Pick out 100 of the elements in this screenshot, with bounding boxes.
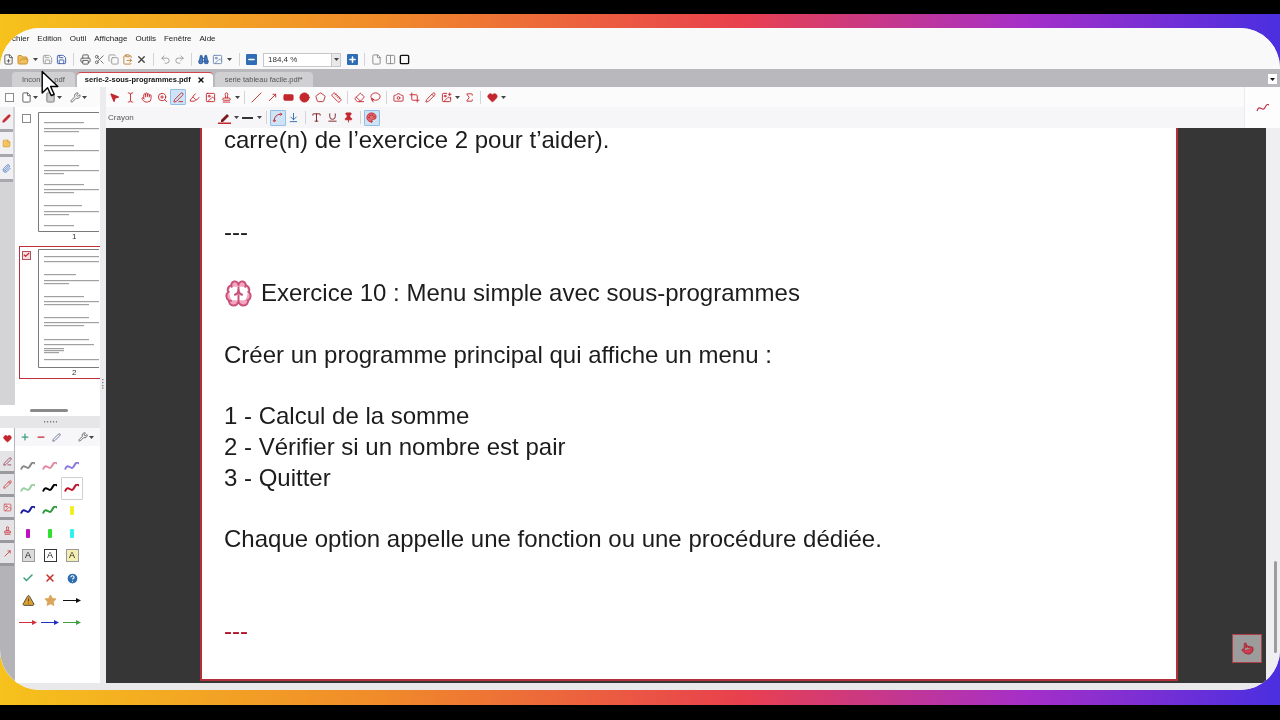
page-number: 1	[71, 231, 78, 242]
check-icon	[23, 251, 30, 259]
pen-icon[interactable]	[52, 432, 61, 442]
paragraph: carre(n) de l’exercice 2 pour t’aider).	[224, 128, 610, 155]
checkbox[interactable]	[22, 250, 31, 260]
exercise-heading: Exercice 10 : Menu simple avec sous-programmes	[261, 278, 800, 309]
pen-icon[interactable]	[2, 113, 11, 123]
hand-icon	[140, 91, 152, 103]
menu-item[interactable]: Aide	[199, 33, 216, 45]
pen-icon[interactable]	[2, 456, 12, 466]
squiggle-icon[interactable]	[1255, 103, 1270, 112]
highlighter-icon	[188, 91, 200, 103]
panel-tab[interactable]	[0, 107, 13, 132]
zoom-out-button[interactable]	[246, 54, 257, 65]
caret-down-icon[interactable]	[501, 95, 506, 99]
redo-icon[interactable]	[174, 54, 185, 65]
text-box-swatch: A	[21, 549, 35, 563]
text-box-swatch: A	[43, 549, 57, 563]
page-thumbnail-item[interactable]: 1	[19, 109, 100, 245]
square-icon[interactable]	[399, 54, 410, 65]
sigma-icon	[463, 91, 475, 103]
checkbox[interactable]	[22, 113, 31, 123]
caret-down-icon[interactable]	[333, 58, 339, 61]
pointer-icon	[108, 91, 120, 103]
caret-down-icon[interactable]	[33, 58, 38, 61]
list-item: 2 - Vérifier si un nombre est pair	[224, 431, 566, 462]
zoom-dropdown-button[interactable]	[331, 52, 341, 67]
pencil-icon	[424, 91, 436, 103]
caret-down-icon[interactable]	[256, 116, 262, 119]
save-icon[interactable]	[42, 54, 53, 65]
menu-item[interactable]: chier	[12, 33, 30, 45]
scrollbar-thumb[interactable]	[1274, 561, 1277, 653]
caret-down-icon[interactable]	[235, 95, 240, 99]
text-box-swatch: A	[65, 549, 79, 563]
hand-pointer-button[interactable]	[1232, 634, 1262, 663]
comment-style-button[interactable]: A	[61, 544, 83, 567]
caret-down-icon[interactable]	[233, 116, 239, 119]
menu-item[interactable]: Outil	[69, 33, 87, 45]
image-plus-icon	[440, 91, 452, 103]
line-style-icon[interactable]	[242, 116, 254, 119]
print-icon[interactable]	[80, 54, 91, 65]
zoom-field[interactable]: 184,4 %	[263, 52, 331, 67]
comment-style-button[interactable]: A	[17, 544, 39, 567]
ruler-icon	[330, 91, 342, 103]
ellipse-icon	[298, 91, 310, 103]
brain-icon	[224, 279, 253, 309]
polygon-icon	[314, 91, 326, 103]
heart-icon	[486, 91, 498, 103]
menu-item[interactable]: Outils	[135, 33, 156, 45]
resize-handle[interactable]	[30, 409, 68, 412]
caret-down-icon[interactable]	[89, 435, 94, 439]
comment-style-button[interactable]	[61, 477, 83, 500]
zoom-in-icon	[156, 91, 168, 103]
image-icon[interactable]	[212, 54, 223, 65]
rectangle-icon	[282, 91, 294, 103]
page-icon[interactable]	[45, 91, 56, 103]
delete-icon[interactable]	[136, 54, 147, 65]
caret-down-icon[interactable]	[82, 95, 87, 99]
list-item: 3 - Quitter	[224, 462, 331, 493]
page-thumbnail[interactable]	[38, 248, 99, 368]
page-thumbnail[interactable]	[38, 111, 99, 232]
menu-item[interactable]: Fenêtre	[163, 33, 192, 45]
checkbox[interactable]	[5, 92, 14, 102]
stamp-icon	[220, 91, 232, 103]
close-icon[interactable]	[196, 76, 205, 84]
pencil-icon[interactable]	[2, 479, 12, 489]
paperclip-icon[interactable]	[2, 163, 11, 173]
cut-icon[interactable]	[94, 54, 105, 65]
comment-style-button[interactable]: A	[39, 544, 61, 567]
caret-down-icon[interactable]	[33, 95, 38, 99]
tool-button[interactable]	[296, 89, 312, 105]
arrow-icon[interactable]	[2, 548, 12, 558]
plus-icon[interactable]	[20, 432, 30, 442]
paragraph: Créer un programme principal qui affiche un menu :	[224, 339, 772, 370]
save-icon[interactable]	[56, 54, 67, 65]
page-thumbnail-item[interactable]: 2	[19, 245, 100, 379]
zoom-in-button[interactable]	[347, 54, 358, 65]
menu-item[interactable]: Affichage	[94, 33, 128, 45]
caret-down-icon[interactable]	[1270, 77, 1275, 81]
divider-text: ---	[224, 617, 248, 645]
new-file-icon[interactable]	[3, 54, 14, 65]
eraser-icon	[353, 91, 365, 103]
tab-list-button[interactable]	[1268, 74, 1277, 84]
heart-icon[interactable]	[2, 433, 12, 443]
page-number: 2	[71, 367, 78, 378]
arrow-icon	[266, 91, 278, 103]
lasso-icon	[369, 91, 381, 103]
paragraph: Chaque option appelle une fonction ou une procédure dédiée.	[224, 524, 882, 555]
menu-item[interactable]: Edition	[37, 33, 62, 45]
find-icon[interactable]	[198, 54, 209, 65]
line-icon	[250, 91, 262, 103]
caret-down-icon[interactable]	[57, 95, 62, 99]
crop-icon	[408, 91, 420, 103]
stamp-icon[interactable]	[2, 525, 12, 535]
plus-icon	[348, 55, 357, 64]
camera-icon	[392, 91, 404, 103]
image-icon[interactable]	[2, 502, 12, 512]
undo-icon[interactable]	[160, 54, 171, 65]
caret-down-icon[interactable]	[227, 58, 232, 61]
caret-down-icon[interactable]	[455, 95, 460, 99]
